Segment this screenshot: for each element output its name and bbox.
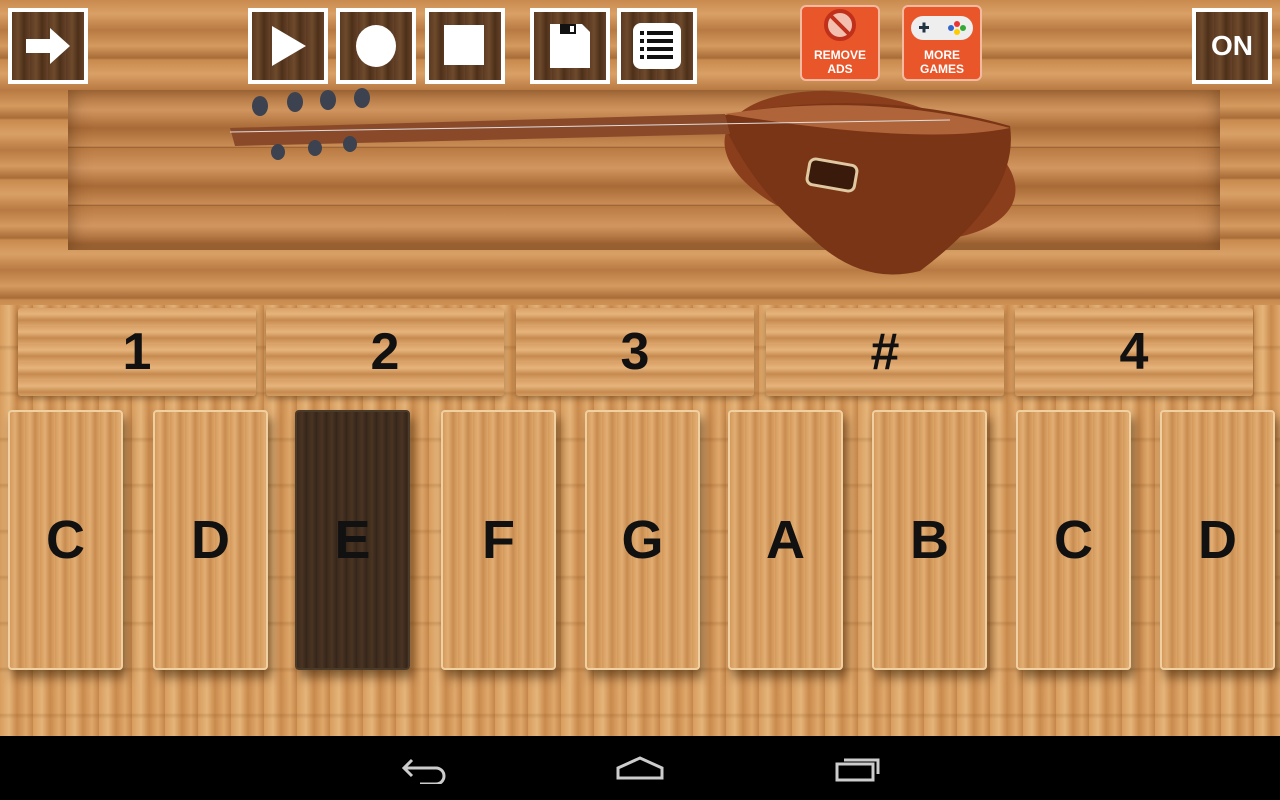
song-list-button[interactable] xyxy=(617,8,697,84)
remove-ads-label-2: ADS xyxy=(827,62,853,76)
key-d[interactable]: D xyxy=(153,410,268,670)
power-label: ON xyxy=(1211,30,1253,61)
record-icon xyxy=(356,25,396,67)
octave-button-1[interactable]: 1 xyxy=(18,308,256,396)
octave-button-sharp[interactable]: # xyxy=(766,308,1004,396)
more-games-label-2: GAMES xyxy=(919,62,964,76)
key-b[interactable]: B xyxy=(872,410,987,670)
remove-ads-label-1: REMOVE xyxy=(813,48,866,62)
key-c[interactable]: C xyxy=(8,410,123,670)
key-f[interactable]: F xyxy=(441,410,556,670)
home-icon xyxy=(616,756,664,780)
system-nav-bar xyxy=(0,736,1280,800)
next-button[interactable] xyxy=(8,8,88,84)
recents-button[interactable] xyxy=(834,754,882,789)
more-games-label-1: MORE xyxy=(924,48,960,62)
back-button[interactable] xyxy=(400,754,448,789)
save-icon xyxy=(550,24,590,68)
baglama-instrument-image xyxy=(229,88,1016,275)
power-toggle[interactable]: ON xyxy=(1192,8,1272,84)
play-button[interactable] xyxy=(248,8,328,84)
key-e[interactable]: E xyxy=(295,410,410,670)
stop-button[interactable] xyxy=(425,8,505,84)
record-button[interactable] xyxy=(336,8,416,84)
stop-icon xyxy=(444,25,484,65)
key-d-high[interactable]: D xyxy=(1160,410,1275,670)
octave-button-2[interactable]: 2 xyxy=(266,308,504,396)
remove-ads-button[interactable]: REMOVE ADS xyxy=(800,5,880,81)
back-icon xyxy=(401,758,446,786)
no-ads-icon xyxy=(824,9,856,41)
gamepad-icon xyxy=(911,16,973,40)
more-games-button[interactable]: MORE GAMES xyxy=(902,5,982,81)
arrow-right-icon xyxy=(26,28,70,64)
octave-button-4[interactable]: 4 xyxy=(1015,308,1253,396)
play-icon xyxy=(272,26,306,66)
key-g[interactable]: G xyxy=(585,410,700,670)
recents-icon xyxy=(835,758,880,782)
octave-button-3[interactable]: 3 xyxy=(516,308,754,396)
list-icon xyxy=(633,23,681,69)
home-button[interactable] xyxy=(614,754,666,789)
key-c-high[interactable]: C xyxy=(1016,410,1131,670)
save-button[interactable] xyxy=(530,8,610,84)
key-a[interactable]: A xyxy=(728,410,843,670)
